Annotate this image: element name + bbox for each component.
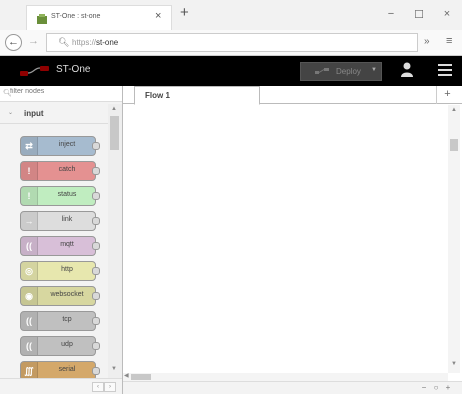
output-port	[92, 292, 100, 300]
node-palette: 🔍︎ ⌄ input ▲ ▼ ⇄ inject! catch! status → link…	[0, 86, 123, 394]
node-type-icon: →	[21, 212, 38, 230]
node-type-icon: ((	[21, 312, 38, 330]
zoom-in-button[interactable]: +	[443, 383, 453, 393]
palette-footer: ‹ ›	[0, 378, 122, 394]
scroll-down-icon[interactable]: ▼	[451, 361, 457, 367]
node-type-icon: ⇄	[21, 137, 38, 155]
minimize-button[interactable]: −	[384, 8, 398, 20]
tab-close-icon[interactable]: ×	[155, 10, 161, 22]
node-label: http	[61, 266, 73, 273]
browser-tab-bar: ST-One : st-one × + − ☐ ×	[0, 0, 462, 30]
expand-all-button[interactable]: ›	[104, 382, 116, 392]
forward-button[interactable]: →	[28, 35, 39, 47]
palette-node-websocket[interactable]: ◉ websocket	[20, 286, 100, 306]
node-label: mqtt	[60, 241, 74, 248]
scroll-down-icon[interactable]: ▼	[111, 366, 117, 372]
node-type-icon: ((	[21, 237, 38, 255]
node-label: udp	[61, 341, 73, 348]
output-port	[92, 317, 100, 325]
favicon-icon	[37, 14, 47, 24]
collapse-all-button[interactable]: ‹	[92, 382, 104, 392]
palette-scrollbar[interactable]: ▲ ▼	[108, 104, 122, 378]
category-header-input[interactable]: ⌄ input	[0, 104, 108, 124]
output-port	[92, 242, 100, 250]
node-type-icon: ◎	[21, 262, 38, 280]
category-label: input	[24, 109, 44, 118]
overflow-icon[interactable]: »	[424, 36, 430, 47]
node-label: tcp	[62, 316, 72, 323]
node-label: status	[57, 191, 77, 198]
node-label: link	[61, 216, 73, 223]
scroll-up-icon[interactable]: ▲	[111, 106, 117, 112]
search-icon: 🔍︎	[58, 37, 70, 47]
flow-tab-label: Flow 1	[145, 91, 170, 100]
flow-canvas[interactable]	[123, 105, 448, 373]
deploy-caret-icon[interactable]: ▼	[371, 67, 377, 73]
node-label: websocket	[50, 291, 84, 298]
palette-node-http[interactable]: ◎ http	[20, 261, 100, 281]
output-port	[92, 267, 100, 275]
tab-flow-1[interactable]: Flow 1	[134, 86, 260, 105]
output-port	[92, 367, 100, 375]
node-type-icon: !	[21, 162, 38, 180]
node-type-icon: ◉	[21, 287, 38, 305]
address-bar: ← → 🔍︎ https://st-one » ≡	[0, 30, 462, 56]
output-port	[92, 192, 100, 200]
node-type-icon: ((	[21, 337, 38, 355]
zoom-reset-button[interactable]: ○	[431, 383, 441, 393]
workspace-footer: − ○ +	[123, 381, 462, 394]
node-label: serial	[58, 366, 76, 373]
node-label: catch	[58, 166, 76, 173]
output-port	[92, 342, 100, 350]
new-tab-button[interactable]: +	[180, 4, 189, 21]
url-input[interactable]: 🔍︎ https://st-one	[46, 33, 418, 52]
main-menu-icon[interactable]	[438, 64, 452, 76]
deploy-label: Deploy	[336, 67, 361, 76]
add-flow-button[interactable]: +	[436, 86, 458, 104]
palette-node-udp[interactable]: (( udp	[20, 336, 100, 356]
workspace-tabs: Flow 1 +	[123, 86, 462, 105]
zoom-out-button[interactable]: −	[419, 383, 429, 393]
palette-scroll-thumb[interactable]	[110, 116, 119, 150]
browser-menu-icon[interactable]: ≡	[446, 35, 452, 47]
user-icon[interactable]	[400, 62, 414, 78]
deploy-icon	[315, 68, 329, 74]
window-close-button[interactable]: ×	[440, 8, 454, 20]
browser-tab[interactable]: ST-One : st-one ×	[26, 5, 172, 30]
palette-node-link[interactable]: → link	[20, 211, 100, 231]
workspace: Flow 1 + ▲ ▼ ◀ − ○ +	[123, 86, 462, 394]
scroll-left-icon[interactable]: ◀	[124, 372, 129, 379]
canvas-horizontal-scrollbar[interactable]: ◀	[123, 373, 448, 381]
output-port	[92, 142, 100, 150]
palette-node-status[interactable]: ! status	[20, 186, 100, 206]
url-text: https://st-one	[72, 38, 119, 47]
output-port	[92, 167, 100, 175]
canvas-vertical-scrollbar[interactable]: ▲ ▼	[448, 105, 460, 373]
app-title: ST-One	[56, 64, 91, 75]
deploy-button[interactable]: Deploy ▼	[300, 62, 382, 81]
app-header: ST-One Deploy ▼	[0, 56, 462, 86]
node-type-icon: !	[21, 187, 38, 205]
logo-icon	[20, 66, 49, 76]
scroll-up-icon[interactable]: ▲	[451, 107, 457, 113]
back-button[interactable]: ←	[5, 34, 22, 51]
palette-node-mqtt[interactable]: (( mqtt	[20, 236, 100, 256]
output-port	[92, 217, 100, 225]
palette-node-catch[interactable]: ! catch	[20, 161, 100, 181]
filter-nodes-input[interactable]	[10, 88, 110, 95]
palette-node-inject[interactable]: ⇄ inject	[20, 136, 100, 156]
browser-tab-title: ST-One : st-one	[51, 13, 101, 20]
chevron-down-icon: ⌄	[8, 110, 14, 116]
node-label: inject	[58, 141, 76, 148]
palette-node-tcp[interactable]: (( tcp	[20, 311, 100, 331]
palette-filter: 🔍︎	[0, 86, 122, 102]
canvas-vscroll-thumb[interactable]	[450, 139, 458, 151]
canvas-hscroll-thumb[interactable]	[131, 374, 151, 380]
maximize-button[interactable]: ☐	[412, 8, 426, 21]
